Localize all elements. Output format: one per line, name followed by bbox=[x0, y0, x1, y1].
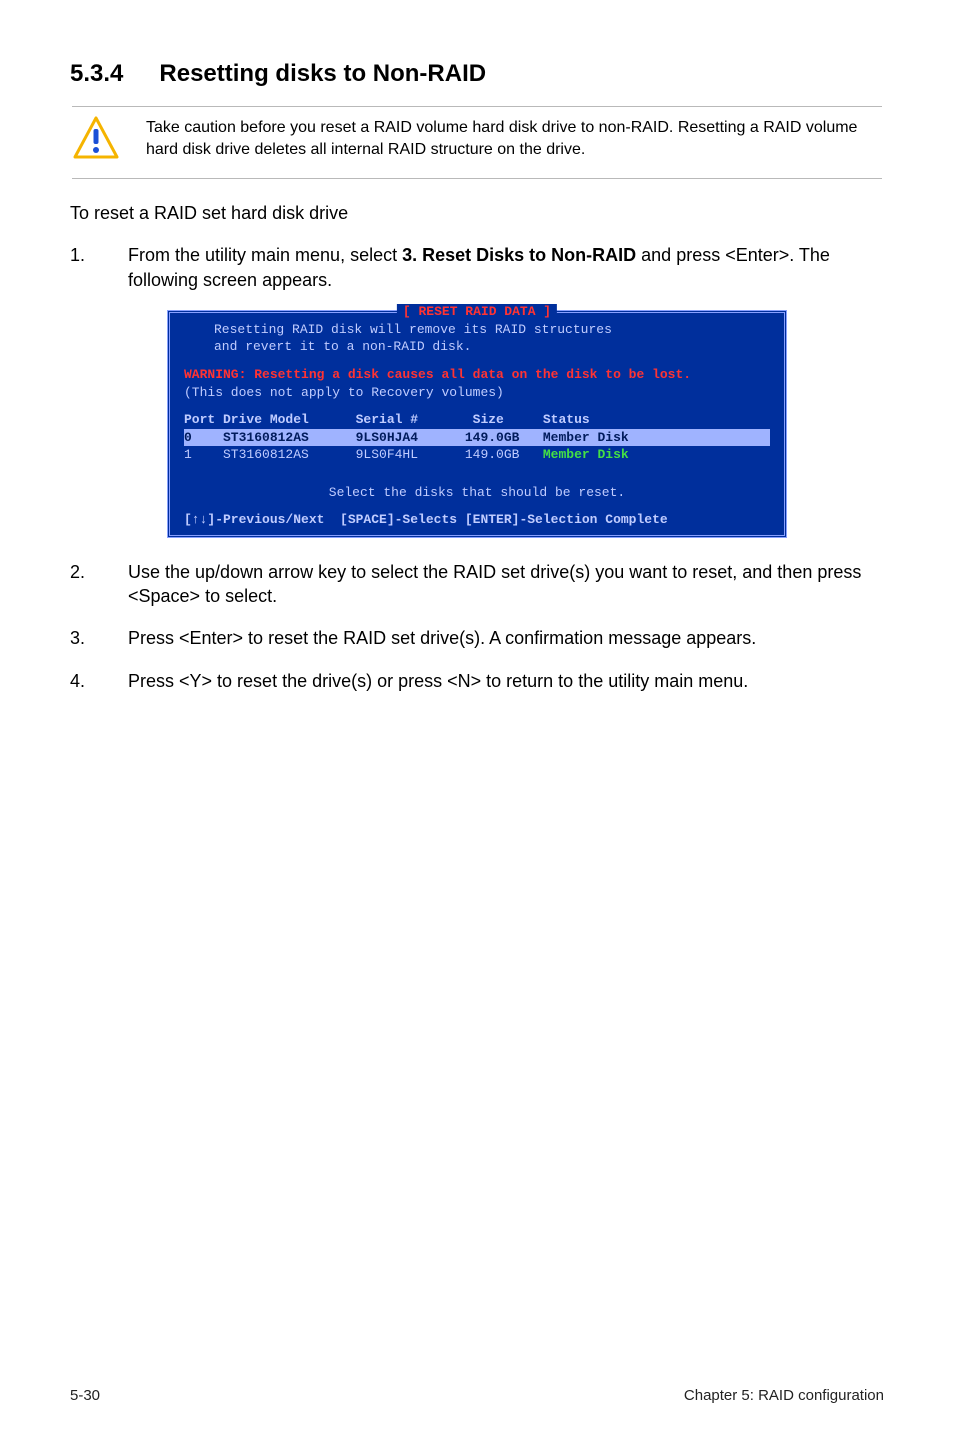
section-title: Resetting disks to Non-RAID bbox=[159, 60, 486, 87]
spacer bbox=[184, 356, 770, 366]
caution-box: Take caution before you reset a RAID vol… bbox=[72, 106, 882, 179]
page-footer: 5-30 Chapter 5: RAID configuration bbox=[70, 1387, 884, 1404]
step-text: Use the up/down arrow key to select the … bbox=[128, 560, 884, 609]
caution-text: Take caution before you reset a RAID vol… bbox=[146, 115, 882, 160]
spacer bbox=[184, 401, 770, 411]
terminal-note: (This does not apply to Recovery volumes… bbox=[184, 384, 770, 402]
step-1: 1. From the utility main menu, select 3.… bbox=[70, 243, 884, 292]
step-4: 4. Press <Y> to reset the drive(s) or pr… bbox=[70, 669, 884, 693]
section-number: 5.3.4 bbox=[70, 60, 123, 88]
terminal-title: [ RESET RAID DATA ] bbox=[397, 304, 557, 319]
spacer bbox=[184, 501, 770, 511]
terminal-window: [ RESET RAID DATA ] Resetting RAID disk … bbox=[167, 310, 787, 538]
step1-pre: From the utility main menu, select bbox=[128, 245, 402, 265]
step-number: 1. bbox=[70, 243, 98, 292]
spacer bbox=[184, 464, 770, 474]
terminal-warning: WARNING: Resetting a disk causes all dat… bbox=[184, 366, 770, 384]
step-text: From the utility main menu, select 3. Re… bbox=[128, 243, 884, 292]
spacer bbox=[184, 474, 770, 484]
page-number: 5-30 bbox=[70, 1387, 100, 1404]
terminal-footer: [↑↓]-Previous/Next [SPACE]-Selects [ENTE… bbox=[184, 511, 770, 529]
step-number: 2. bbox=[70, 560, 98, 609]
terminal-msg2: and revert it to a non-RAID disk. bbox=[184, 338, 770, 356]
lead-text: To reset a RAID set hard disk drive bbox=[70, 201, 884, 225]
terminal-msg1: Resetting RAID disk will remove its RAID… bbox=[184, 321, 770, 339]
section-heading: 5.3.4 Resetting disks to Non-RAID bbox=[70, 60, 884, 88]
terminal-table-header: Port Drive Model Serial # Size Status bbox=[184, 411, 770, 429]
terminal-wrap: [ RESET RAID DATA ] Resetting RAID disk … bbox=[70, 310, 884, 538]
step-3: 3. Press <Enter> to reset the RAID set d… bbox=[70, 626, 884, 650]
chapter-label: Chapter 5: RAID configuration bbox=[684, 1387, 884, 1404]
terminal-row-1: 1 ST3160812AS 9LS0F4HL 149.0GB Member Di… bbox=[184, 446, 770, 464]
terminal-row-1-status: Member Disk bbox=[543, 447, 629, 462]
terminal-row-1-pre: 1 ST3160812AS 9LS0F4HL 149.0GB bbox=[184, 447, 543, 462]
step-text: Press <Y> to reset the drive(s) or press… bbox=[128, 669, 884, 693]
caution-icon bbox=[72, 115, 120, 168]
step-2: 2. Use the up/down arrow key to select t… bbox=[70, 560, 884, 609]
terminal-select-msg: Select the disks that should be reset. bbox=[184, 484, 770, 502]
terminal-row-0: 0 ST3160812AS 9LS0HJA4 149.0GB Member Di… bbox=[184, 429, 770, 447]
step-number: 4. bbox=[70, 669, 98, 693]
step1-bold: 3. Reset Disks to Non-RAID bbox=[402, 245, 636, 265]
step-text: Press <Enter> to reset the RAID set driv… bbox=[128, 626, 884, 650]
step-number: 3. bbox=[70, 626, 98, 650]
